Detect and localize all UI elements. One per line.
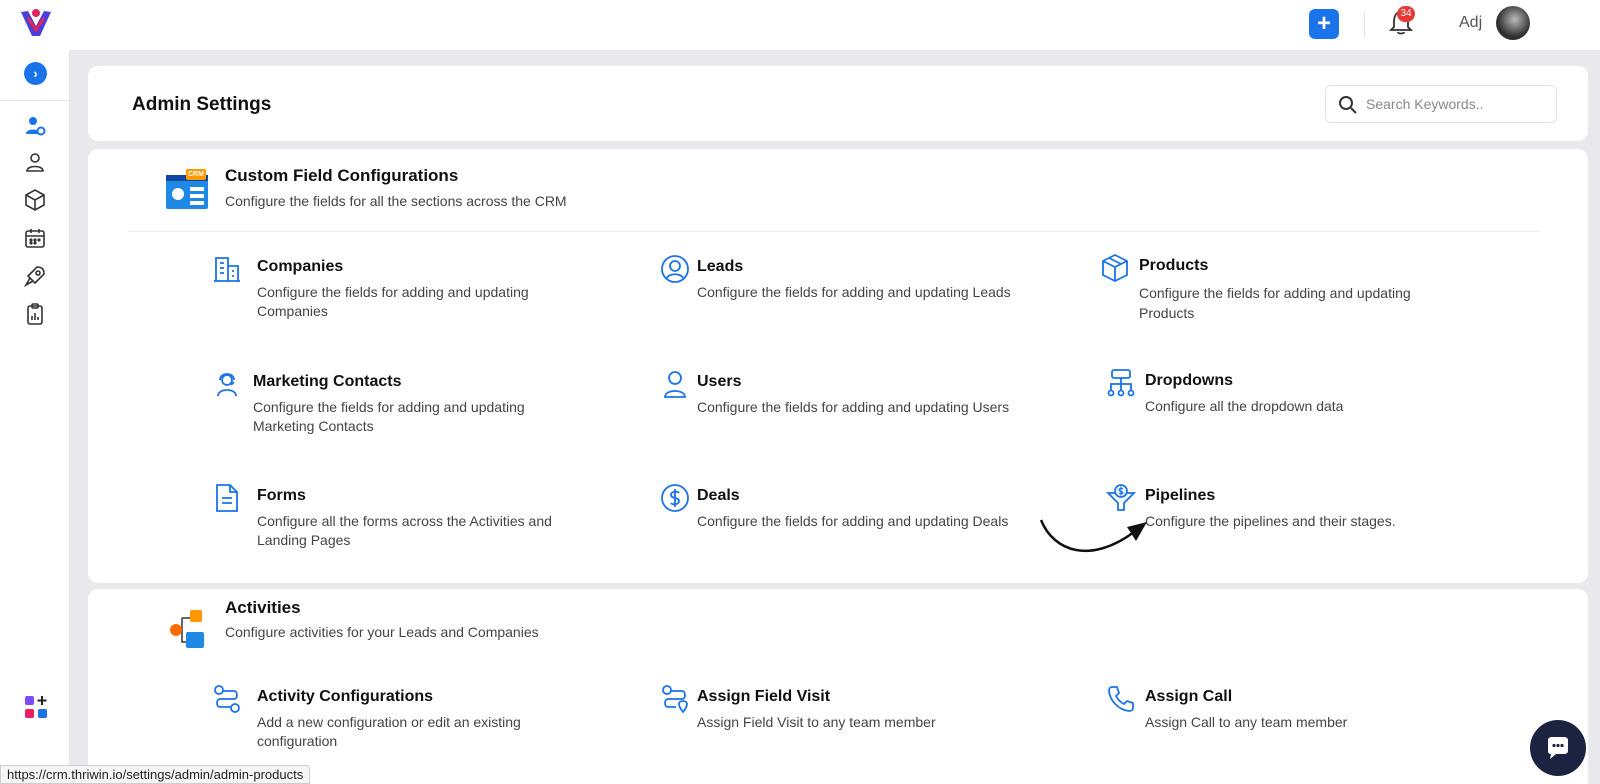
section-title: Custom Field Configurations [225, 166, 459, 185]
sidebar-divider [0, 100, 70, 101]
top-bar: + 34 Adj [0, 0, 1600, 50]
sidebar: › [0, 50, 70, 784]
item-title: Pipelines [1145, 487, 1216, 504]
topbar-divider [1364, 12, 1365, 38]
annotation-arrow-icon [1039, 519, 1147, 553]
item-title: Companies [257, 258, 344, 275]
item-title: Products [1139, 257, 1209, 274]
sidebar-expand-button[interactable]: › [24, 62, 47, 85]
section-divider [128, 231, 1540, 232]
cube-icon[interactable] [23, 188, 47, 212]
chat-icon [1548, 737, 1568, 759]
document-icon [212, 483, 242, 513]
search-input[interactable] [1366, 92, 1551, 116]
item-description: Configure the pipelines and their stages… [1145, 513, 1396, 529]
item-title: Assign Call [1145, 688, 1233, 705]
item-title: Forms [257, 487, 306, 504]
box-icon [1100, 253, 1130, 283]
user-icon[interactable] [23, 150, 47, 174]
item-description: Configure all the dropdown data [1145, 398, 1344, 414]
chat-button[interactable] [1530, 720, 1586, 776]
item-description: Configure the fields for adding and upda… [697, 513, 1009, 529]
item-title: Users [697, 373, 742, 390]
building-icon [212, 254, 242, 284]
section-title: Activities [225, 598, 301, 617]
status-bar-url: https://crm.thriwin.io/settings/admin/ad… [0, 765, 311, 784]
item-description: Assign Field Visit to any team member [697, 714, 936, 730]
hierarchy-icon [1106, 368, 1136, 398]
crm-badge: CRM [188, 171, 204, 178]
item-title: Dropdowns [1145, 372, 1233, 389]
clipboard-chart-icon[interactable] [23, 302, 47, 326]
rocket-icon[interactable] [23, 264, 47, 288]
route-icon [212, 684, 242, 714]
create-button[interactable]: + [1309, 9, 1339, 39]
phone-icon [1106, 684, 1136, 714]
item-description: Configure all the forms across the Activ… [257, 513, 552, 548]
item-description: Configure the fields for adding and upda… [257, 284, 529, 319]
item-description: Configure the fields for adding and upda… [697, 284, 1011, 300]
user-settings-icon[interactable] [23, 114, 47, 138]
item-title: Marketing Contacts [253, 373, 402, 390]
route-pin-icon [660, 684, 690, 714]
page-title: Admin Settings [132, 94, 272, 115]
activities-section: Activities Configure activities for your… [88, 589, 1588, 784]
activities-icon [170, 610, 204, 648]
item-description: Add a new configuration or edit an exist… [257, 714, 521, 749]
custom-fields-section: CRM Custom Field Configurations Configur… [88, 149, 1588, 583]
dollar-circle-icon [660, 483, 690, 513]
item-description: Assign Call to any team member [1145, 714, 1348, 730]
headset-user-icon [212, 369, 237, 399]
search-icon [1339, 96, 1357, 114]
search-box[interactable] [1325, 85, 1557, 123]
user-circle-icon [660, 254, 690, 284]
item-description: Configure the fields for adding and upda… [253, 399, 525, 434]
section-description: Configure activities for your Leads and … [225, 624, 539, 640]
item-title: Activity Configurations [257, 688, 434, 705]
funnel-dollar-icon [1105, 483, 1137, 513]
header-card: Admin Settings [88, 66, 1588, 141]
item-title: Deals [697, 487, 740, 504]
user-icon [660, 369, 690, 399]
item-title: Leads [697, 258, 744, 275]
item-description: Configure the fields for adding and upda… [697, 399, 1010, 415]
item-description: Configure the fields for adding and upda… [1139, 285, 1411, 321]
user-name[interactable]: Adj [1459, 14, 1482, 32]
app-logo-icon[interactable] [18, 6, 54, 42]
apps-add-icon[interactable] [23, 694, 49, 720]
item-title: Assign Field Visit [697, 688, 831, 705]
section-description: Configure the fields for all the section… [225, 193, 567, 209]
calendar-icon[interactable] [23, 226, 47, 250]
notification-badge: 34 [1397, 6, 1415, 22]
avatar[interactable] [1496, 6, 1530, 40]
